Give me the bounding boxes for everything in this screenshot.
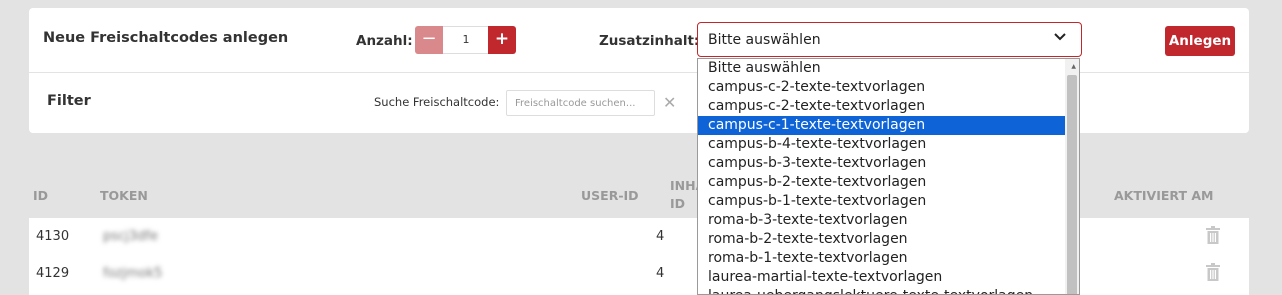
row-user-id: 4 (656, 229, 665, 244)
dropdown-option[interactable]: roma-b-3-texte-textvorlagen (698, 211, 1065, 230)
trash-icon[interactable] (1206, 226, 1220, 244)
scrollbar-thumb[interactable] (1067, 75, 1077, 294)
dropdown-option-highlighted[interactable]: campus-c-1-texte-textvorlagen (698, 116, 1065, 135)
dropdown-option[interactable]: campus-b-2-texte-textvorlagen (698, 173, 1065, 192)
dropdown-option[interactable]: campus-b-4-texte-textvorlagen (698, 135, 1065, 154)
dropdown-scrollbar[interactable]: ▲ (1065, 59, 1079, 294)
row-token: fozjmok5 (103, 266, 163, 281)
search-input[interactable]: Freischaltcode suchen... (506, 90, 655, 116)
row-id: 4129 (36, 266, 70, 281)
dropdown-option[interactable]: campus-c-2-texte-textvorlagen (698, 97, 1065, 116)
anlegen-button[interactable]: Anlegen (1165, 26, 1235, 56)
header-inhalt-id: ID (670, 196, 686, 211)
dropdown-option[interactable]: Bitte auswählen (698, 59, 1065, 78)
filter-title: Filter (47, 93, 91, 109)
header-id: ID (33, 188, 49, 203)
zusatzinhalt-select[interactable]: Bitte auswählen (697, 22, 1082, 57)
search-label: Suche Freischaltcode: (374, 95, 500, 109)
header-token: TOKEN (100, 188, 148, 203)
header-aktiviert-am: AKTIVIERT AM (1114, 188, 1214, 203)
chevron-down-icon (1054, 33, 1066, 41)
anzahl-label: Anzahl: (356, 33, 413, 49)
row-user-id: 4 (656, 266, 665, 281)
decrement-button[interactable]: − (415, 26, 443, 54)
clear-icon[interactable]: ✕ (663, 93, 676, 112)
select-value: Bitte auswählen (708, 32, 821, 48)
header-user-id: USER-ID (581, 188, 639, 203)
row-id: 4130 (36, 229, 70, 244)
increment-button[interactable]: + (488, 26, 516, 54)
dropdown-option[interactable]: roma-b-2-texte-textvorlagen (698, 230, 1065, 249)
create-title: Neue Freischaltcodes anlegen (43, 30, 289, 46)
dropdown-option[interactable]: campus-b-1-texte-textvorlagen (698, 192, 1065, 211)
dropdown-option[interactable]: laurea-martial-texte-textvorlagen (698, 268, 1065, 287)
quantity-input[interactable]: 1 (443, 26, 489, 54)
dropdown-option[interactable]: laurea-uebergangslektuere-texte-textvorl… (698, 287, 1065, 294)
zusatzinhalt-label: Zusatzinhalt: (599, 33, 700, 49)
row-token: pscj3dfe (103, 229, 158, 244)
dropdown-option[interactable]: roma-b-1-texte-textvorlagen (698, 249, 1065, 268)
zusatzinhalt-dropdown-list: Bitte auswählen campus-c-2-texte-textvor… (697, 58, 1080, 295)
trash-icon[interactable] (1206, 263, 1220, 281)
dropdown-option[interactable]: campus-b-3-texte-textvorlagen (698, 154, 1065, 173)
scroll-up-icon[interactable]: ▲ (1071, 63, 1076, 70)
dropdown-option[interactable]: campus-c-2-texte-textvorlagen (698, 78, 1065, 97)
